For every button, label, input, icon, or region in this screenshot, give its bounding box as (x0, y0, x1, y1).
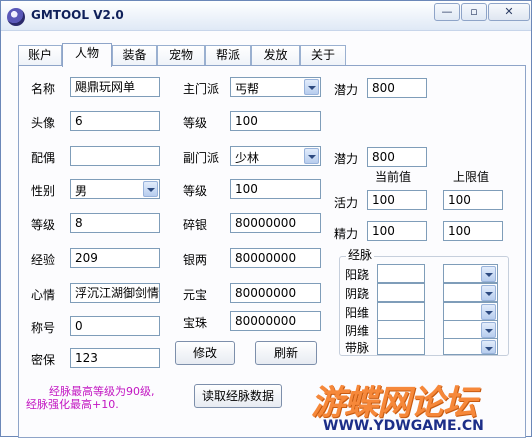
sub-sect-select[interactable]: 少林 (230, 146, 321, 166)
app-window: GMTOOL V2.0 — ▫ ✕ 账户 人物 装备 宠物 帮派 发放 关于 名… (0, 0, 532, 438)
meridian-label-yangqiao: 阳跷 (345, 268, 370, 282)
potential-label-1: 潜力 (334, 83, 359, 97)
chevron-down-icon[interactable] (481, 340, 496, 354)
title-field[interactable]: 0 (70, 316, 160, 336)
silver-ore-label: 碎银 (183, 218, 208, 232)
tab-pets[interactable]: 宠物 (157, 45, 205, 66)
meridian-label-yinwei: 阴维 (345, 324, 370, 338)
main-sect-value: 丐帮 (235, 82, 260, 96)
watermark-logo-text: 游蝶网论坛 (311, 383, 477, 423)
gender-value: 男 (75, 184, 88, 198)
gender-label: 性别 (31, 184, 56, 198)
refresh-button[interactable]: 刷新 (255, 341, 317, 365)
site-watermark: 游蝶网论坛 WWW.YDWGAME.CN (305, 373, 532, 438)
read-meridian-button[interactable]: 读取经脉数据 (194, 384, 282, 408)
meridian-field-yinwei[interactable] (377, 320, 425, 339)
chevron-down-icon[interactable] (481, 266, 496, 282)
exp-label: 经验 (31, 253, 56, 267)
silver-field[interactable]: 80000000 (230, 248, 321, 268)
max-value-header: 上限值 (453, 170, 490, 184)
potential-field-2[interactable]: 800 (367, 147, 427, 167)
meridian-note-line2: 经脉强化最高+10. (26, 398, 119, 411)
chevron-down-icon[interactable] (481, 304, 496, 320)
chevron-down-icon[interactable] (143, 181, 158, 197)
meridian-field-yinqiao[interactable] (377, 283, 425, 302)
title-bar: GMTOOL V2.0 — ▫ ✕ (1, 1, 531, 31)
yuanbao-label: 元宝 (183, 288, 208, 302)
potential-label-2: 潜力 (334, 152, 359, 166)
tab-distribute[interactable]: 发放 (251, 45, 300, 66)
meridian-field-daimai[interactable] (377, 338, 425, 355)
name-field[interactable]: 飓鼎玩网单 (70, 77, 160, 97)
mood-field[interactable]: 浮沉江湖御剑情 (70, 283, 160, 303)
sub-sect-label: 副门派 (183, 151, 220, 165)
pearl-label: 宝珠 (183, 316, 208, 330)
main-level-field[interactable]: 100 (230, 111, 321, 131)
security-label: 密保 (31, 353, 56, 367)
security-field[interactable]: 123 (70, 348, 160, 368)
tab-character[interactable]: 人物 (62, 43, 112, 67)
name-label: 名称 (31, 82, 56, 96)
meridian-label-yinqiao: 阴跷 (345, 287, 370, 301)
meridian-select-yangqiao[interactable] (443, 264, 498, 283)
meridian-select-yangwei[interactable] (443, 302, 498, 321)
app-logo-icon (7, 8, 25, 26)
spouse-field[interactable] (70, 146, 160, 166)
mood-label: 心情 (31, 288, 56, 302)
chevron-down-icon[interactable] (481, 322, 496, 338)
meridian-field-yangwei[interactable] (377, 302, 425, 321)
avatar-field[interactable]: 6 (70, 111, 160, 131)
title-label: 称号 (31, 321, 56, 335)
minimize-button[interactable]: — (434, 3, 460, 21)
meridian-label-yangwei: 阳维 (345, 306, 370, 320)
vitality-current-field[interactable]: 100 (367, 190, 427, 210)
yuanbao-field[interactable]: 80000000 (230, 283, 321, 303)
gender-select[interactable]: 男 (70, 179, 160, 199)
energy-max-field[interactable]: 100 (443, 221, 503, 241)
potential-field-1[interactable]: 800 (367, 78, 427, 98)
main-level-label: 等级 (183, 116, 208, 130)
chevron-down-icon[interactable] (304, 79, 319, 95)
window-title: GMTOOL V2.0 (31, 8, 124, 22)
meridian-select-yinqiao[interactable] (443, 283, 498, 302)
pearl-field[interactable]: 80000000 (230, 311, 321, 331)
tab-equipment[interactable]: 装备 (112, 45, 157, 66)
maximize-button[interactable]: ▫ (461, 3, 487, 21)
sub-level-label: 等级 (183, 184, 208, 198)
energy-label: 精力 (334, 227, 359, 241)
meridian-select-yinwei[interactable] (443, 320, 498, 339)
chevron-down-icon[interactable] (481, 285, 496, 301)
main-sect-label: 主门派 (183, 82, 220, 96)
avatar-label: 头像 (31, 116, 56, 130)
vitality-label: 活力 (334, 196, 359, 210)
sub-sect-value: 少林 (235, 151, 260, 165)
close-button[interactable]: ✕ (488, 3, 530, 21)
meridian-group-title: 经脉 (346, 246, 375, 263)
tab-about[interactable]: 关于 (300, 45, 346, 66)
level-field[interactable]: 8 (70, 213, 160, 233)
meridian-field-yangqiao[interactable] (377, 264, 425, 283)
level-label: 等级 (31, 218, 56, 232)
current-value-header: 当前值 (375, 170, 412, 184)
exp-field[interactable]: 209 (70, 248, 160, 268)
tab-account[interactable]: 账户 (18, 45, 62, 66)
meridian-select-daimai[interactable] (443, 338, 498, 355)
vitality-max-field[interactable]: 100 (443, 190, 503, 210)
main-sect-select[interactable]: 丐帮 (230, 77, 321, 97)
spouse-label: 配偶 (31, 151, 56, 165)
silver-ore-field[interactable]: 80000000 (230, 213, 321, 233)
modify-button[interactable]: 修改 (175, 341, 235, 365)
chevron-down-icon[interactable] (304, 148, 319, 164)
tab-guild[interactable]: 帮派 (205, 45, 251, 66)
watermark-url: WWW.YDWGAME.CN (323, 418, 484, 434)
energy-current-field[interactable]: 100 (367, 221, 427, 241)
meridian-label-daimai: 带脉 (345, 341, 370, 355)
sub-level-field[interactable]: 100 (230, 179, 321, 199)
silver-label: 银两 (183, 253, 208, 267)
